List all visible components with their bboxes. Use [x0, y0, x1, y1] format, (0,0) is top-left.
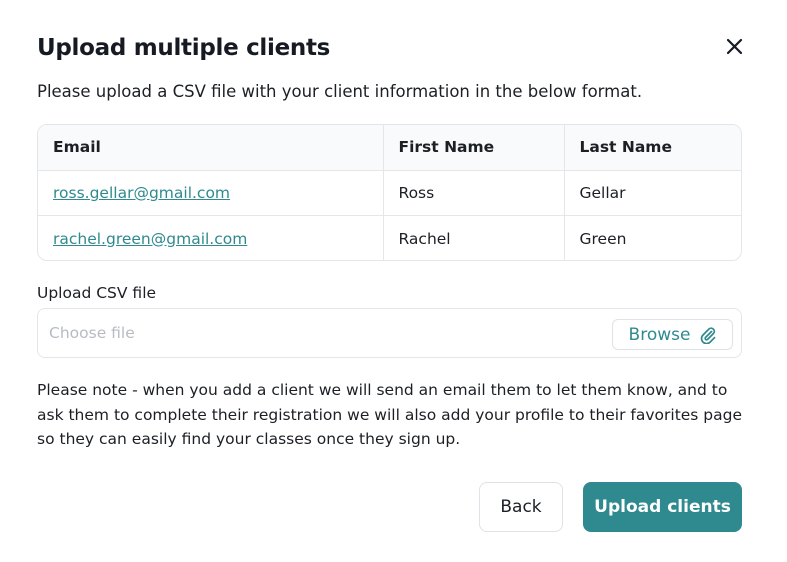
email-link[interactable]: rachel.green@gmail.com: [53, 230, 247, 248]
table-cell-first-name: Rachel: [383, 215, 565, 260]
table-cell-last-name: Green: [579, 229, 627, 248]
email-link[interactable]: ross.gellar@gmail.com: [53, 184, 230, 202]
browse-button[interactable]: Browse: [612, 319, 733, 350]
csv-format-table: Email First Name Last Name ross.gellar@g…: [37, 124, 742, 261]
close-icon: [726, 38, 743, 55]
table-cell-email: rachel.green@gmail.com: [38, 215, 384, 260]
column-header-first-name: First Name: [383, 125, 565, 171]
table-cell-email: ross.gellar@gmail.com: [38, 170, 384, 216]
upload-csv-label: Upload CSV file: [37, 284, 157, 302]
modal-title: Upload multiple clients: [37, 35, 331, 61]
upload-clients-button[interactable]: Upload clients: [583, 482, 742, 532]
column-header-last-name: Last Name: [564, 125, 741, 171]
back-button[interactable]: Back: [479, 482, 563, 532]
browse-button-label: Browse: [628, 324, 691, 345]
info-note: Please note - when you add a client we w…: [37, 381, 743, 448]
modal-subtitle: Please upload a CSV file with your clien…: [37, 82, 643, 101]
table-row: ross.gellar@gmail.com Ross Gellar: [38, 170, 741, 216]
file-input-placeholder: Choose file: [49, 324, 135, 342]
csv-file-input[interactable]: Choose file Browse: [37, 308, 742, 358]
table-cell-first-name: Ross: [383, 170, 565, 216]
table-cell-last-name: Gellar: [564, 170, 741, 216]
table-row: rachel.green@gmail.com Rachel Green: [38, 215, 741, 260]
upload-clients-modal: Upload multiple clients Please upload a …: [0, 0, 787, 562]
table-header-row: Email First Name Last Name: [38, 125, 741, 171]
close-button[interactable]: [722, 34, 747, 59]
paperclip-icon: [701, 326, 716, 344]
column-header-email: Email: [38, 125, 384, 171]
